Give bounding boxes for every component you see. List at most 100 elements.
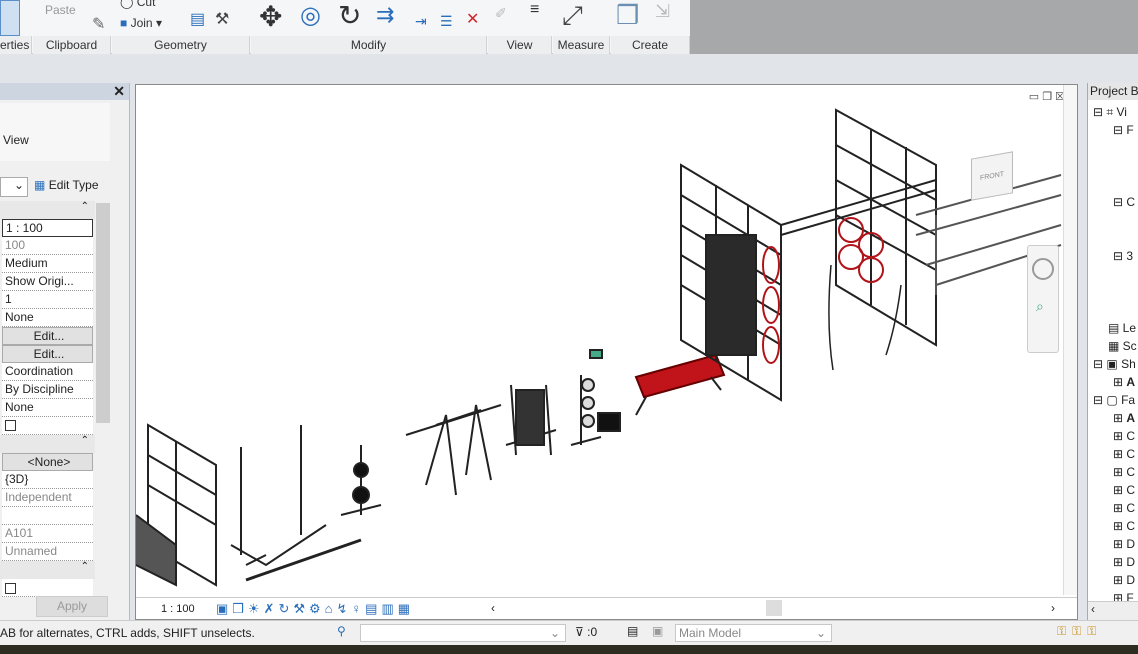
tree-item[interactable]: ⊞ C [1113,465,1135,479]
graphics-section-collapse[interactable]: ⌃ [0,201,95,219]
steering-wheel-icon[interactable] [1032,258,1054,280]
workset-icon[interactable]: ⚲ [337,624,346,638]
tree-item[interactable]: ⊞ D [1113,573,1135,587]
design-options-icon[interactable]: ▣ [652,624,663,638]
vertical-scrollbar[interactable] [1063,85,1077,595]
tree-item[interactable]: ⊞ A [1113,375,1135,389]
hidden-elements-field[interactable]: 1 [2,291,93,309]
paste-button[interactable]: Paste [45,3,76,17]
discipline-field[interactable]: Coordination [2,363,93,381]
type-selector[interactable]: View [0,103,110,161]
status-message: AB for alternates, CTRL adds, SHIFT unse… [0,626,255,640]
tree-label: D [1126,537,1136,551]
parts-visibility-field[interactable]: Show Origi... [2,273,93,291]
filter-icon[interactable]: ⊽ :0 [575,625,597,639]
model-canvas[interactable] [136,85,1077,597]
vg-overrides-edit-button[interactable]: Edit... [2,327,93,345]
edit-type-button[interactable]: ▦ Edit Type [34,178,99,192]
sheet-name-field: Unnamed [2,543,93,561]
selection-options-icons[interactable]: ⚿⚿⚿ [1057,624,1102,639]
hide-icon[interactable]: ≡ [530,2,539,18]
move-icon[interactable]: ✥ [259,3,282,31]
cut-button[interactable]: ◯ Cut [120,0,155,9]
tree-item[interactable]: ⊞ C [1113,429,1135,443]
zoom-icon[interactable]: ⌕ [1036,298,1050,315]
cut-label: Cut [136,0,156,9]
scrollbar[interactable] [96,203,110,423]
scale-button[interactable]: 1 : 100 [161,603,195,615]
create-group-icon[interactable]: ❒ [616,2,639,28]
detail-level-field[interactable]: Medium [2,255,93,273]
create-similar-icon[interactable]: ⇲ [655,2,670,20]
horizontal-scroll-thumb[interactable] [766,600,782,616]
tree-item[interactable]: ⊞ C [1113,501,1135,515]
navigation-bar[interactable]: ⌕ [1027,245,1059,353]
color-scheme-field[interactable]: None [2,399,93,417]
graphic-display-edit-button[interactable]: Edit... [2,345,93,363]
delete-icon[interactable]: ✕ [466,12,479,28]
properties-button[interactable] [0,0,20,36]
edit-type-icon: ▦ [34,178,46,192]
scroll-right-icon[interactable]: › [1051,601,1055,615]
chevron-down-icon: ⌄ [815,626,826,640]
show-hidden-lines-field[interactable]: By Discipline [2,381,93,399]
tree-label: C [1126,429,1136,443]
split-icon[interactable]: ⇥ [415,14,427,28]
workset-dropdown[interactable]: ⌄ [360,624,566,642]
tree-item[interactable]: ⊟ F [1113,123,1134,137]
view-scale-field[interactable]: 1 : 100 [2,219,93,237]
override-graphics-icon[interactable]: ✐ [495,6,507,20]
tree-item-views[interactable]: ⊟ ⌗ Vi [1093,105,1127,120]
view-template-button[interactable]: <None> [2,453,93,471]
tree-item-families[interactable]: ⊟ ▢ Fa [1093,393,1135,407]
demolish-icon[interactable]: ⚒ [215,12,229,28]
tree-item-3d[interactable]: ⊟ 3 [1113,249,1133,263]
dumbbell-rack [505,384,557,456]
tree-item-schedules[interactable]: ▦ Sc [1108,339,1137,353]
apply-button[interactable]: Apply [36,596,108,617]
trim-icon[interactable]: ⇉ [376,4,394,26]
checkbox[interactable] [5,420,16,431]
join-label: Join [130,16,153,30]
tree-item[interactable]: ⊞ D [1113,537,1135,551]
close-icon[interactable]: ✕ [113,83,125,100]
properties-palette: ✕ View ⌄ ▦ Edit Type ⌃ 1 : 100 100 Mediu… [0,83,130,620]
join-button[interactable]: ■ Join ▾ [120,16,162,30]
tree-item[interactable]: ⊞ C [1113,483,1135,497]
filter-count: :0 [587,625,598,639]
extents-section-collapse[interactable]: ⌃ [0,561,95,579]
view-template-field[interactable]: None [2,309,93,327]
panel-label-properties: erties [0,36,32,54]
design-option-dropdown[interactable]: Main Model ⌄ [675,624,832,642]
tree-item-sheets[interactable]: ⊟ ▣ Sh [1093,357,1136,371]
rotate-icon[interactable]: ↻ [338,2,361,30]
tree-item[interactable]: ⊞ C [1113,519,1135,533]
tree-item[interactable]: ⊞ D [1113,555,1135,569]
tree-item[interactable]: ⊞ F [1113,591,1134,601]
panel-label-clipboard: Clipboard [33,36,111,54]
editable-only-icon[interactable]: ▤ [627,624,638,638]
viewcube[interactable]: FRONT [971,151,1013,201]
tree-item[interactable]: ⊞ A [1113,411,1135,425]
array-icon[interactable]: ☰ [440,14,453,28]
wall-joins-icon[interactable]: ▤ [190,12,205,28]
instance-filter-dropdown[interactable]: ⌄ [0,177,28,197]
bench [634,353,726,416]
measure-icon[interactable]: ⤢ [562,2,583,28]
view-name-field[interactable]: {3D} [2,471,93,489]
tree-item[interactable]: ⊞ C [1113,447,1135,461]
view-window-controls[interactable]: ▭ ❐ ☒ [1029,90,1065,103]
3d-viewport[interactable]: ▭ ❐ ☒ FRONT ⌕ 1 : 100 ▣❒☀✗↻⚒⚙⌂↯♀▤▥▦ ‹ › [135,84,1078,620]
copy-icon[interactable]: ◎ [300,4,321,28]
view-control-icons[interactable]: ▣❒☀✗↻⚒⚙⌂↯♀▤▥▦ [216,601,414,617]
scroll-left-icon[interactable]: ‹ [491,601,495,615]
checkbox[interactable] [5,583,16,594]
title-on-sheet-field[interactable] [2,507,93,525]
browser-horizontal-scrollbar[interactable]: ‹ [1088,601,1138,620]
tree-item-legends[interactable]: ▤ Le [1108,321,1136,335]
match-properties-icon[interactable]: ✎ [92,14,105,34]
tree-item[interactable]: ⊟ C [1113,195,1135,209]
tree-label: C [1126,465,1136,479]
tree-label: Vi [1116,105,1127,119]
identity-section-collapse[interactable]: ⌃ [0,435,95,453]
